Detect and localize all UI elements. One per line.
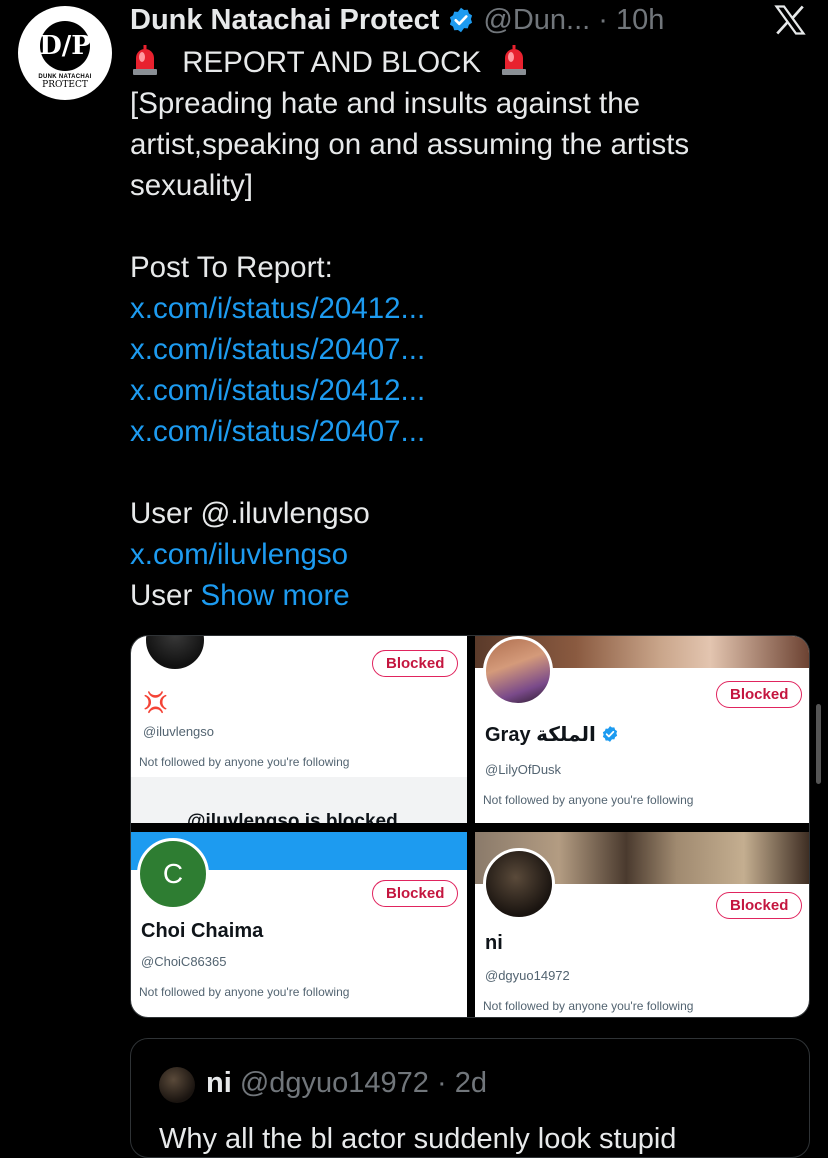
avatar-logo-big: PROTECT	[42, 79, 88, 90]
avatar-initial: C	[162, 858, 184, 889]
verified-badge-icon	[450, 7, 473, 33]
blocked-banner-text: @iluvlengso is blocked	[187, 811, 398, 823]
blocked-banner: @iluvlengso is blocked	[131, 777, 467, 823]
media-cell-4[interactable]: Blocked ni @dgyuo14972 Not followed by a…	[475, 832, 809, 1017]
x-logo-icon[interactable]	[772, 2, 808, 38]
tweet-body: REPORT AND BLOCK [Spreading hate and ins…	[130, 42, 800, 616]
profile-avatar	[483, 636, 553, 706]
author-avatar[interactable]: D/P DUNK NATACHAI PROTECT	[18, 6, 112, 100]
follow-note: Not followed by anyone you're following	[139, 755, 350, 769]
report-title: REPORT AND BLOCK	[182, 46, 482, 79]
quote-avatar[interactable]	[159, 1067, 195, 1103]
show-more-link[interactable]: Show more	[201, 579, 350, 612]
follow-note: Not followed by anyone you're following	[483, 999, 694, 1013]
verified-badge-icon	[603, 726, 618, 742]
blocked-button[interactable]: Blocked	[372, 880, 459, 907]
profile-handle: @ChoiC86365	[141, 954, 227, 969]
blocked-button[interactable]: Blocked	[372, 650, 459, 677]
media-grid[interactable]: Blocked 💢 @iluvlengso Not followed by an…	[130, 635, 810, 1018]
follow-note: Not followed by anyone you're following	[483, 793, 694, 807]
profile-name: ni	[485, 932, 503, 954]
post-to-report-label: Post To Report:	[130, 251, 333, 284]
profile-handle: @dgyuo14972	[485, 968, 570, 983]
media-cell-1[interactable]: Blocked 💢 @iluvlengso Not followed by an…	[131, 636, 467, 823]
profile-handle: @iluvlengso	[143, 724, 215, 739]
user-prefix: User	[130, 579, 193, 612]
media-cell-3[interactable]: C Blocked Choi Chaima @ChoiC86365 Not fo…	[131, 832, 467, 1017]
report-link-2[interactable]: x.com/i/status/20407...	[130, 329, 800, 370]
quote-header: ni @dgyuo14972 · 2d	[206, 1067, 487, 1100]
quote-text: Why all the bl actor suddenly look stupi…	[159, 1123, 677, 1155]
siren-icon	[502, 45, 527, 75]
quoted-tweet[interactable]: ni @dgyuo14972 · 2d Why all the bl actor…	[130, 1038, 810, 1158]
avatar-initials: D/P	[39, 20, 91, 71]
profile-avatar: C	[137, 838, 209, 910]
profile-avatar	[143, 636, 207, 672]
body-line-1: [Spreading hate and insults against the	[130, 87, 641, 120]
scrollbar[interactable]	[816, 704, 821, 784]
follow-note: Not followed by anyone you're following	[139, 985, 350, 999]
author-handle[interactable]: @Dun...	[483, 4, 590, 37]
quote-time[interactable]: · 2d	[437, 1067, 487, 1099]
profile-avatar	[483, 848, 555, 920]
profile-name: Gray الملكة	[485, 722, 619, 747]
media-cell-2[interactable]: Blocked Gray الملكة @LilyOfDusk Not foll…	[475, 636, 809, 823]
quote-author-name[interactable]: ni	[206, 1067, 232, 1099]
report-link-4[interactable]: x.com/i/status/20407...	[130, 411, 800, 452]
user-link[interactable]: x.com/iluvlengso	[130, 534, 800, 575]
user-show-more-line: User Show more	[130, 575, 800, 616]
quote-author-handle[interactable]: @dgyuo14972	[240, 1067, 429, 1099]
user-line: User @.iluvlengso	[130, 497, 370, 530]
tweet-header: Dunk Natachai Protect @Dun... · 10h	[130, 2, 664, 38]
author-name[interactable]: Dunk Natachai Protect	[130, 4, 439, 37]
title-line: REPORT AND BLOCK	[130, 42, 800, 83]
tweet-time[interactable]: · 10h	[598, 4, 664, 37]
blocked-button[interactable]: Blocked	[716, 892, 803, 919]
profile-handle: @LilyOfDusk	[485, 762, 562, 777]
siren-icon	[133, 45, 157, 75]
profile-name: Choi Chaima	[141, 920, 264, 942]
report-link-3[interactable]: x.com/i/status/20412...	[130, 370, 800, 411]
blocked-button[interactable]: Blocked	[716, 681, 803, 708]
report-link-1[interactable]: x.com/i/status/20412...	[130, 288, 800, 329]
anger-emoji: 💢	[143, 690, 168, 714]
body-line-3: sexuality]	[130, 169, 253, 202]
body-line-2: artist,speaking on and assuming the arti…	[130, 128, 690, 161]
